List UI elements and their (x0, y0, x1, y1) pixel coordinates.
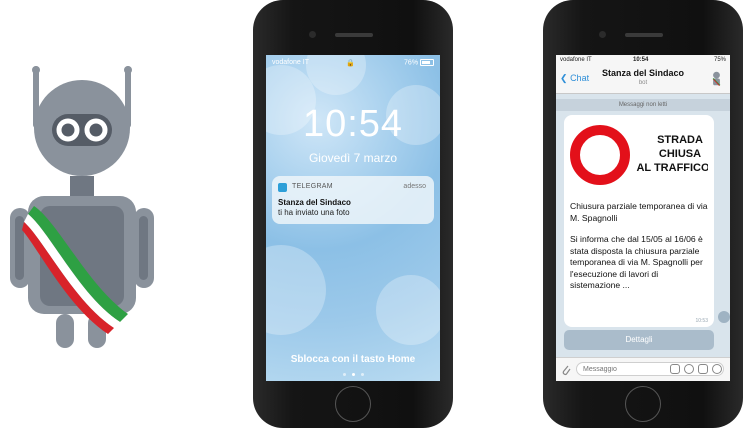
message-body: Si informa che dal 15/05 al 16/06 è stat… (570, 234, 703, 290)
chat-screen: vodafone IT 10:54 75% ❮ Chat Stanza del … (556, 55, 730, 381)
front-camera (599, 31, 606, 38)
robot-mascot-illustration (10, 66, 154, 348)
message-time: 10:53 (695, 318, 708, 324)
bot-avatar-icon[interactable] (708, 70, 725, 87)
svg-text:STRADA: STRADA (657, 134, 703, 146)
message-text: Chiusura parziale temporanea di via M. S… (570, 201, 710, 302)
no-entry-sign-icon: STRADA CHIUSA AL TRAFFICO (570, 125, 710, 185)
lock-date: Giovedì 7 marzo (308, 151, 398, 165)
phone-lockscreen: vodafone IT 🔒 76% 10:54 Giovedì 7 marzo … (253, 0, 453, 428)
notification-app-name: TELEGRAM (292, 183, 333, 190)
home-button[interactable] (335, 386, 371, 422)
carrier-label: vodafone IT (560, 57, 592, 63)
status-bar: vodafone IT 🔒 76% (266, 57, 440, 69)
chat-header: ❮ Chat Stanza del Sindaco bot (556, 65, 730, 94)
message-bubble[interactable]: STRADA CHIUSA AL TRAFFICO Chiusura parzi… (564, 115, 714, 327)
road-closed-sign-image[interactable]: STRADA CHIUSA AL TRAFFICO (570, 121, 710, 189)
chat-title[interactable]: Stanza del Sindaco (556, 68, 730, 78)
battery-percent: 75% (713, 57, 726, 63)
notification-time: adesso (403, 183, 426, 190)
lock-screen: vodafone IT 🔒 76% 10:54 Giovedì 7 marzo … (266, 55, 440, 381)
input-actions (666, 364, 722, 374)
attach-icon[interactable] (560, 363, 572, 377)
unread-divider: Messaggi non letti (556, 99, 730, 111)
front-camera (309, 31, 316, 38)
page-dot (342, 373, 346, 376)
camera-dot (360, 373, 364, 376)
microphone-icon[interactable] (712, 364, 722, 374)
wallpaper-bokeh (376, 275, 440, 345)
page-dots (266, 373, 440, 376)
phone-chat: vodafone IT 10:54 75% ❮ Chat Stanza del … (543, 0, 743, 428)
battery-icon (420, 59, 434, 66)
lock-time: 10:54 (302, 103, 404, 145)
home-button[interactable] (625, 386, 661, 422)
carrier-label: vodafone IT (272, 59, 309, 66)
battery-indicator: 76% (404, 59, 434, 66)
notification-body: ti ha inviato una foto (278, 208, 350, 217)
command-icon[interactable] (670, 364, 680, 374)
details-button[interactable]: Dettagli (564, 330, 714, 350)
notification-title: Stanza del Sindaco (278, 198, 351, 207)
page-dot-active (351, 373, 355, 376)
keyboard-icon[interactable] (698, 364, 708, 374)
wallpaper-bokeh (266, 245, 326, 335)
sticker-icon[interactable] (684, 364, 694, 374)
status-time: 10:54 (633, 57, 649, 63)
share-icon[interactable] (718, 311, 730, 323)
chat-subtitle: bot (638, 80, 648, 86)
battery-percent: 76% (404, 59, 419, 67)
message-input-bar (556, 357, 730, 381)
earpiece-speaker (625, 33, 663, 37)
telegram-notification[interactable]: TELEGRAM adesso Stanza del Sindaco ti ha… (272, 176, 434, 224)
svg-text:AL TRAFFICO: AL TRAFFICO (636, 162, 708, 174)
status-bar: vodafone IT 10:54 75% (556, 55, 730, 65)
earpiece-speaker (335, 33, 373, 37)
svg-text:CHIUSA: CHIUSA (659, 148, 701, 160)
message-title: Chiusura parziale temporanea di via M. S… (570, 201, 708, 223)
unlock-hint: Sblocca con il tasto Home (290, 354, 416, 365)
lock-icon: 🔒 (346, 60, 355, 67)
telegram-icon (278, 183, 287, 192)
